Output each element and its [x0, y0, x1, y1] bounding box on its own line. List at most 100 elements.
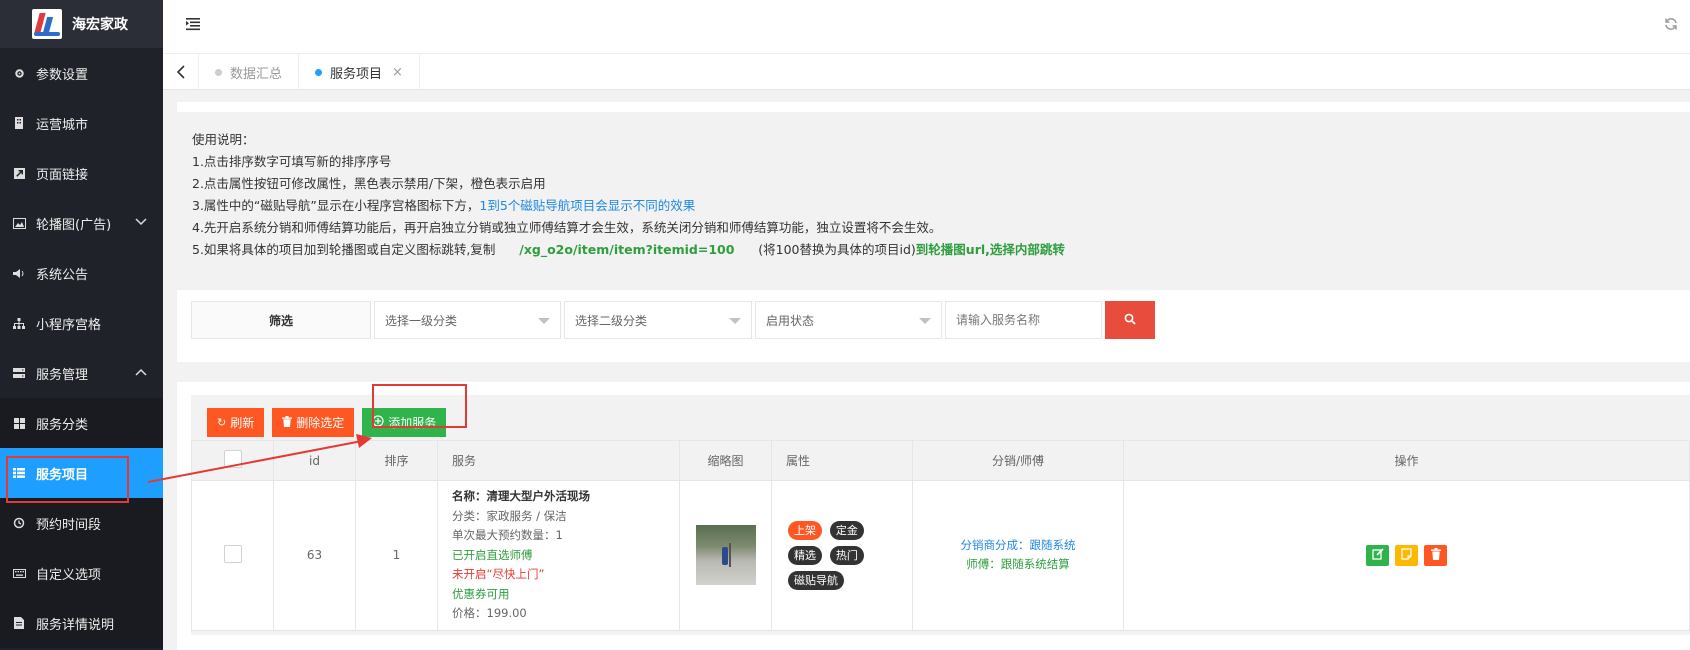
sort-cell[interactable]: 1	[355, 480, 438, 631]
notice-line: 2.点击属性按钮可修改属性，黑色表示禁用/下架，橙色表示启用	[192, 176, 546, 191]
tag-hot[interactable]: 热门	[829, 545, 864, 565]
filter-label: 筛选	[191, 301, 371, 339]
sitemap-icon	[12, 316, 26, 330]
service-direct-master: 已开启直选师傅	[452, 547, 533, 562]
sidebar-item-label: 运营城市	[36, 117, 89, 133]
detail-button[interactable]	[1395, 544, 1418, 566]
service-coupon: 优惠券可用	[452, 586, 510, 601]
column-header: 操作	[1123, 440, 1690, 481]
sidebar-item-announcements[interactable]: 系统公告	[0, 248, 163, 298]
sidebar-item-label: 预约时间段	[36, 517, 102, 533]
edit-button[interactable]	[1366, 544, 1389, 566]
sidebar-item-label: 自定义选项	[36, 567, 102, 583]
status-select[interactable]: 启用状态	[755, 301, 942, 339]
sidebar-item-time-slots[interactable]: 预约时间段	[0, 498, 163, 548]
tag-listed[interactable]: 上架	[788, 520, 822, 540]
service-name-search-input[interactable]	[945, 301, 1102, 339]
filter-card: 筛选 选择一级分类 选择二级分类 启用状态	[177, 290, 1690, 362]
tab-dot-icon	[315, 68, 323, 76]
sidebar-item-custom-options[interactable]: 自定义选项	[0, 548, 163, 598]
table-card: ↻ 刷新 删除选定 添加服务 id 排序 服务 缩略图 属性 分销/师傅 操作 …	[177, 382, 1690, 650]
sidebar-item-label: 服务分类	[36, 417, 89, 433]
highlight-box-service-items	[6, 456, 129, 503]
building-icon	[12, 116, 26, 130]
master-text: 师傅：跟随系统结算	[966, 557, 1070, 572]
caret-down-icon	[538, 318, 550, 324]
sidebar-item-service-details[interactable]: 服务详情说明	[0, 598, 163, 648]
sidebar-item-service-management[interactable]: 服务管理	[0, 348, 163, 398]
service-info-cell: 名称：清理大型户外活现场 分类：家政服务 / 保洁 单次最大预约数量：1 已开启…	[437, 480, 680, 631]
file-icon	[12, 616, 26, 630]
logo-icon	[32, 9, 62, 39]
notice-highlight: 1到5个磁贴导航项目会显示不同的效果	[479, 198, 696, 213]
tab-data-summary[interactable]: 数据汇总	[199, 54, 300, 90]
usage-notice: 使用说明： 1.点击排序数字可填写新的排序序号 2.点击属性按钮可修改属性，黑色…	[177, 112, 1690, 272]
caret-down-icon	[729, 318, 741, 324]
notice-highlight: 到轮播图url,选择内部跳转	[915, 242, 1065, 257]
sidebar-item-label: 服务详情说明	[36, 617, 115, 633]
refresh-icon[interactable]	[1664, 17, 1678, 35]
top-header	[163, 0, 1690, 54]
sidebar-item-label: 轮播图(广告)	[36, 217, 112, 233]
logo-area: 海宏家政	[0, 0, 163, 48]
sidebar-item-banners[interactable]: 轮播图(广告)	[0, 198, 163, 248]
link-icon	[12, 166, 26, 180]
tag-deposit[interactable]: 定金	[829, 520, 864, 540]
refresh-button[interactable]: ↻ 刷新	[207, 408, 265, 437]
tab-scroll-left-icon[interactable]	[163, 54, 199, 90]
service-category: 分类：家政服务 / 保洁	[452, 508, 567, 523]
tab-bar: 数据汇总 服务项目 ×	[163, 54, 1690, 90]
refresh-icon: ↻	[217, 417, 227, 429]
speaker-icon	[12, 266, 26, 280]
notice-path: /xg_o2o/item/item?itemid=100	[519, 242, 735, 257]
grid-icon	[12, 416, 26, 430]
select-all-checkbox[interactable]	[223, 450, 242, 468]
distribution-text: 分销商分成：跟随系统	[960, 538, 1076, 553]
sidebar: 海宏家政 参数设置 运营城市 页面链接 轮播图(广告) 系统公告 小程序宫格 服…	[0, 0, 163, 650]
row-checkbox[interactable]	[223, 544, 242, 563]
logo-text: 海宏家政	[72, 17, 128, 33]
notice-line: 1.点击排序数字可填写新的排序序号	[192, 154, 392, 169]
id-cell: 63	[273, 480, 356, 631]
trash-icon	[282, 415, 293, 430]
row-checkbox-cell	[191, 480, 274, 631]
column-header: 排序	[355, 440, 438, 481]
sidebar-item-grid[interactable]: 小程序宫格	[0, 298, 163, 348]
service-max-qty: 单次最大预约数量：1	[452, 528, 563, 542]
delete-selected-button[interactable]: 删除选定	[272, 408, 355, 437]
server-icon	[12, 366, 26, 380]
category-level2-select[interactable]: 选择二级分类	[564, 301, 752, 339]
notice-card: 使用说明： 1.点击排序数字可填写新的排序序号 2.点击属性按钮可修改属性，黑色…	[177, 102, 1690, 272]
thumbnail-cell	[679, 480, 772, 631]
tag-tile-nav[interactable]: 磁贴导航	[788, 570, 844, 590]
sidebar-item-service-categories[interactable]: 服务分类	[0, 398, 163, 448]
main-content: 使用说明： 1.点击排序数字可填写新的排序序号 2.点击属性按钮可修改属性，黑色…	[163, 90, 1690, 650]
tag-featured[interactable]: 精选	[788, 545, 822, 565]
operations-cell	[1123, 480, 1690, 631]
attributes-cell: 上架 定金 精选 热门 磁贴导航	[771, 480, 913, 631]
tab-service-items[interactable]: 服务项目 ×	[299, 54, 420, 90]
close-icon[interactable]: ×	[392, 65, 403, 80]
table-row: 63 1 名称：清理大型户外活现场 分类：家政服务 / 保洁 单次最大预约数量：…	[191, 480, 1690, 631]
edit-icon	[1371, 548, 1384, 563]
notice-line: 3.属性中的“磁贴导航”显示在小程序宫格图标下方，1到5个磁贴导航项目会显示不同…	[192, 198, 696, 213]
sidebar-item-label: 系统公告	[36, 267, 89, 283]
menu-toggle-icon[interactable]	[186, 17, 202, 31]
service-thumbnail[interactable]	[695, 525, 756, 586]
sidebar-item-settings[interactable]: 参数设置	[0, 48, 163, 98]
service-name: 名称：清理大型户外活现场	[452, 489, 590, 503]
distribution-cell: 分销商分成：跟随系统 师傅：跟随系统结算	[912, 480, 1124, 631]
search-button[interactable]	[1105, 301, 1155, 339]
sidebar-item-cities[interactable]: 运营城市	[0, 98, 163, 148]
image-icon	[12, 216, 26, 230]
table-wrap: ↻ 刷新 删除选定 添加服务 id 排序 服务 缩略图 属性 分销/师傅 操作 …	[191, 384, 1690, 635]
history-icon	[12, 516, 26, 530]
column-header: 分销/师傅	[912, 440, 1124, 481]
sidebar-item-page-links[interactable]: 页面链接	[0, 148, 163, 198]
category-level1-select[interactable]: 选择一级分类	[374, 301, 561, 339]
caret-down-icon	[919, 318, 931, 324]
delete-button[interactable]	[1424, 544, 1447, 566]
keyboard-icon	[12, 566, 26, 580]
column-header: 属性	[771, 440, 913, 481]
highlight-box-add-service	[372, 384, 467, 428]
